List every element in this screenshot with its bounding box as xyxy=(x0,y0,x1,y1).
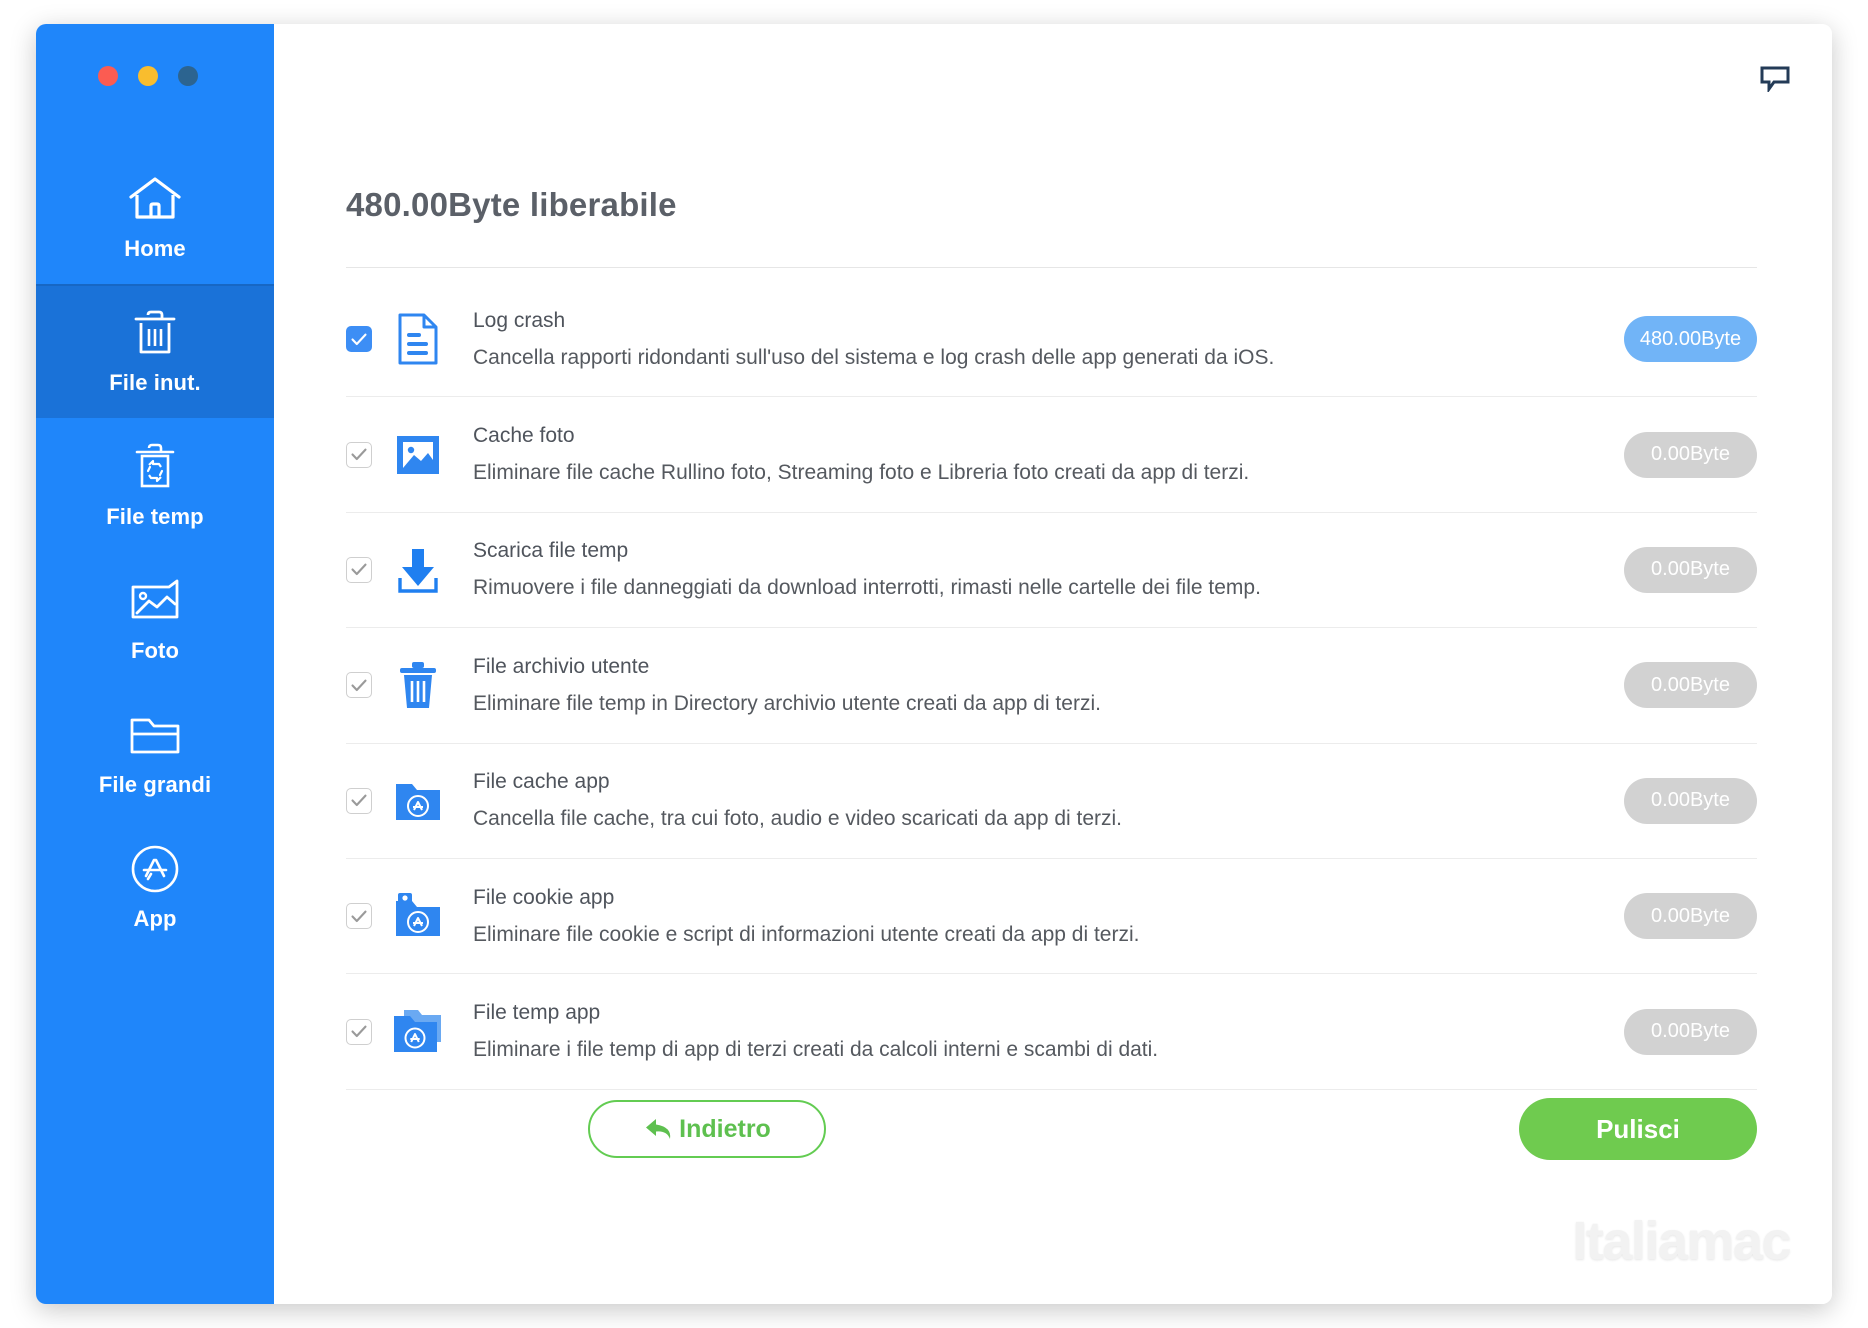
sidebar-item-label: Foto xyxy=(130,638,180,663)
trash-icon xyxy=(126,306,184,360)
sidebar-nav: Home File inut. File temp Foto File gran… xyxy=(36,150,274,954)
watermark-text: Italiamac xyxy=(1572,1211,1791,1271)
row-description: Cancella rapporti ridondanti sull'uso de… xyxy=(473,345,1275,369)
table-row[interactable]: File temp app Eliminare i file temp di a… xyxy=(346,974,1757,1090)
row-size-badge: 0.00Byte xyxy=(1624,777,1757,824)
sidebar-item-label: File inut. xyxy=(109,370,201,395)
row-title: File archivio utente xyxy=(473,654,650,678)
table-row[interactable]: Scarica file temp Rimuovere i file danne… xyxy=(346,513,1757,629)
row-description: Cancella file cache, tra cui foto, audio… xyxy=(473,807,1123,831)
row-description: Eliminare file temp in Directory archivi… xyxy=(473,691,1101,715)
row-size-badge: 480.00Byte xyxy=(1624,316,1757,363)
window-controls xyxy=(98,66,198,86)
sidebar-item-home[interactable]: Home xyxy=(36,150,274,284)
sidebar-item-label: Home xyxy=(124,236,186,261)
clean-button[interactable]: Pulisci xyxy=(1519,1098,1757,1160)
table-row[interactable]: File archivio utente Eliminare file temp… xyxy=(346,628,1757,744)
sidebar-item-label: File grandi xyxy=(98,772,212,797)
close-button[interactable] xyxy=(98,66,118,86)
app-window: Home File inut. File temp Foto File gran… xyxy=(36,24,1832,1304)
row-text: File cache app Cancella file cache, tra … xyxy=(473,770,1600,831)
zoom-button[interactable] xyxy=(178,66,198,86)
row-checkbox[interactable] xyxy=(346,556,372,583)
row-text: File temp app Eliminare i file temp di a… xyxy=(473,1001,1600,1062)
row-description: Rimuovere i file danneggiati da download… xyxy=(473,576,1261,600)
row-title: File temp app xyxy=(473,1001,601,1025)
row-description: Eliminare file cache Rullino foto, Strea… xyxy=(473,461,1250,485)
title-divider xyxy=(346,267,1757,268)
back-arrow-icon xyxy=(643,1116,677,1142)
row-description: Eliminare i file temp di app di terzi cr… xyxy=(473,1038,1159,1062)
sidebar-item-foto[interactable]: Foto xyxy=(36,552,274,686)
clean-button-label: Pulisci xyxy=(1596,1113,1680,1144)
sidebar-item-app[interactable]: App xyxy=(36,820,274,954)
row-checkbox[interactable] xyxy=(346,441,372,468)
back-button[interactable]: Indietro xyxy=(588,1100,826,1158)
trash-blue-icon xyxy=(391,658,445,712)
row-checkbox[interactable] xyxy=(346,672,372,699)
speech-bubble-icon[interactable] xyxy=(1760,66,1790,94)
row-checkbox[interactable] xyxy=(346,903,372,930)
page-title: 480.00Byte liberabile xyxy=(346,186,677,223)
sidebar-item-label: File temp xyxy=(106,504,204,529)
image-icon xyxy=(391,428,445,482)
sidebar-item-file-temp[interactable]: File temp xyxy=(36,418,274,552)
table-row[interactable]: File cookie app Eliminare file cookie e … xyxy=(346,859,1757,975)
row-checkbox[interactable] xyxy=(346,326,372,353)
folder-icon xyxy=(126,708,184,762)
row-title: Scarica file temp xyxy=(473,539,629,563)
app-cookie-folder-icon xyxy=(391,889,445,943)
row-title: File cookie app xyxy=(473,885,615,909)
row-text: Log crash Cancella rapporti ridondanti s… xyxy=(473,309,1600,370)
sidebar-item-file-inut[interactable]: File inut. xyxy=(36,284,274,418)
table-row[interactable]: Cache foto Eliminare file cache Rullino … xyxy=(346,397,1757,513)
back-button-label: Indietro xyxy=(679,1114,771,1143)
row-checkbox[interactable] xyxy=(346,787,372,814)
app-temp-folder-icon xyxy=(391,1005,445,1059)
row-size-badge: 0.00Byte xyxy=(1624,662,1757,709)
appstore-icon xyxy=(126,842,184,896)
row-text: Scarica file temp Rimuovere i file danne… xyxy=(473,539,1600,600)
main-content: 480.00Byte liberabile Log crash Cancella… xyxy=(274,24,1832,1304)
home-icon xyxy=(126,172,184,226)
row-description: Eliminare file cookie e script di inform… xyxy=(473,922,1140,946)
sidebar: Home File inut. File temp Foto File gran… xyxy=(36,24,274,1304)
sidebar-item-file-grandi[interactable]: File grandi xyxy=(36,686,274,820)
row-title: Log crash xyxy=(473,308,566,332)
row-size-badge: 0.00Byte xyxy=(1624,893,1757,940)
minimize-button[interactable] xyxy=(138,66,158,86)
row-checkbox[interactable] xyxy=(346,1018,372,1045)
row-title: Cache foto xyxy=(473,424,575,448)
row-text: File cookie app Eliminare file cookie e … xyxy=(473,886,1600,947)
recycle-icon xyxy=(126,440,184,494)
cleanup-item-list: Log crash Cancella rapporti ridondanti s… xyxy=(346,282,1757,1104)
table-row[interactable]: File cache app Cancella file cache, tra … xyxy=(346,744,1757,859)
sidebar-item-label: App xyxy=(133,906,177,931)
table-row[interactable]: Log crash Cancella rapporti ridondanti s… xyxy=(346,282,1757,398)
photo-icon xyxy=(126,574,184,628)
row-size-badge: 0.00Byte xyxy=(1624,1008,1757,1055)
row-text: Cache foto Eliminare file cache Rullino … xyxy=(473,424,1600,485)
download-icon xyxy=(391,543,445,597)
watermark-logo: Italiamac xyxy=(1572,1211,1791,1271)
row-title: File cache app xyxy=(473,770,610,794)
app-folder-icon xyxy=(391,774,445,828)
document-icon xyxy=(391,312,445,366)
row-text: File archivio utente Eliminare file temp… xyxy=(473,655,1600,716)
row-size-badge: 0.00Byte xyxy=(1624,546,1757,593)
row-size-badge: 0.00Byte xyxy=(1624,431,1757,478)
